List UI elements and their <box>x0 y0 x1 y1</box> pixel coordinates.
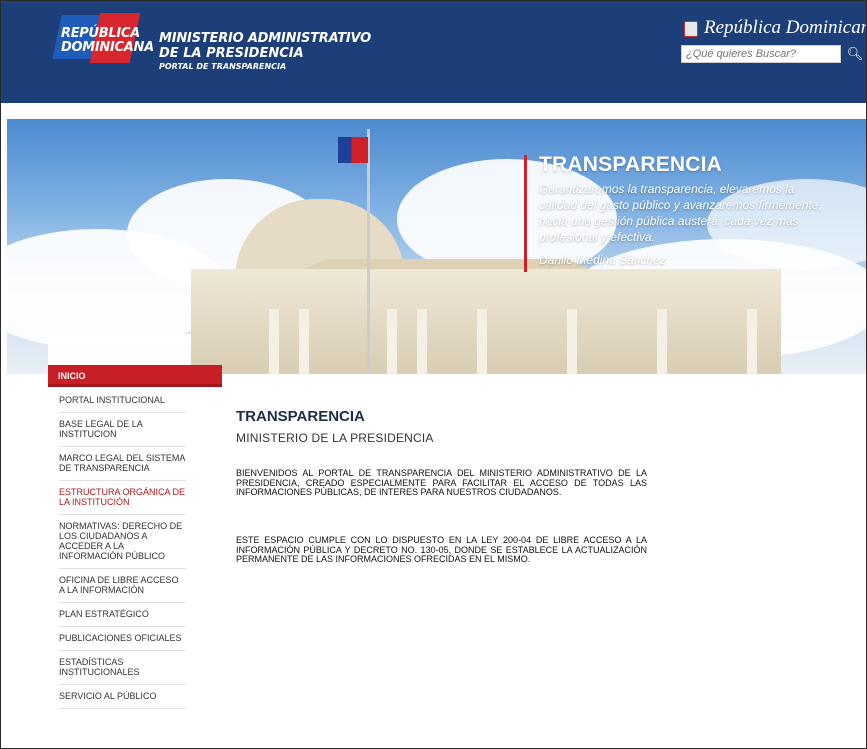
dominican-flag-icon <box>338 137 368 163</box>
ministry-line2: DE LA PRESIDENCIA <box>159 46 304 61</box>
palace-column <box>477 309 487 374</box>
republica-dominicana-logo[interactable]: REPÚBLICA DOMINICANA <box>52 13 154 73</box>
banner-quote: Garantizaremos la transparencia, elevare… <box>539 182 822 244</box>
search-input[interactable] <box>681 45 841 63</box>
palace-column <box>269 309 279 374</box>
sidebar-item-normativas[interactable]: NORMATIVAS: DERECHO DE LOS CIUDADANOS A … <box>59 515 186 569</box>
palace-column <box>299 309 309 374</box>
quote-accent-bar <box>524 155 527 272</box>
sidebar-item-portal-institucional[interactable]: PORTAL INSTITUCIONAL <box>59 389 186 413</box>
republica-dominicana-title: República Dominicana <box>684 17 867 39</box>
search-button[interactable]: 🔍︎ <box>844 45 866 63</box>
sidebar-item-plan-estrategico[interactable]: PLAN ESTRATÉGICO <box>59 603 186 627</box>
ministry-line1: MINISTERIO ADMINISTRATIVO <box>159 31 372 46</box>
site-header: REPÚBLICA DOMINICANA MINISTERIO ADMINIST… <box>1 1 866 103</box>
palace-column <box>567 309 577 374</box>
page-subtitle: MINISTERIO DE LA PRESIDENCIA <box>236 431 434 445</box>
palace-column <box>387 309 397 374</box>
palace-column <box>657 309 667 374</box>
palace-column <box>417 309 427 374</box>
banner-title: TRANSPARENCIA <box>539 153 723 176</box>
logo-text-line1: REPÚBLICA <box>61 26 140 41</box>
ministry-name[interactable]: MINISTERIO ADMINISTRATIVO DE LA PRESIDEN… <box>159 31 371 72</box>
sidebar-item-marco-legal[interactable]: MARCO LEGAL DEL SISTEMA DE TRANSPARENCIA <box>59 447 186 481</box>
sidebar-item-servicio-publico[interactable]: SERVICIO AL PÚBLICO <box>59 685 186 709</box>
flagpole <box>367 129 370 374</box>
welcome-paragraph: BIENVENIDOS AL PORTAL DE TRANSPARENCIA D… <box>236 468 647 497</box>
nav-tab-inicio[interactable]: INICIO <box>48 365 222 387</box>
logo-text-line2: DOMINICANA <box>61 40 154 55</box>
sidebar-item-oficina-libre-acceso[interactable]: OFICINA DE LIBRE ACCESO A LA INFORMACIÓN <box>59 569 186 603</box>
banner-author: Danilo Medina Sánchez <box>539 253 666 267</box>
logo-text: REPÚBLICA DOMINICANA <box>61 27 154 55</box>
search-icon: 🔍︎ <box>846 46 864 61</box>
inicio-tab-backdrop <box>48 334 191 365</box>
page-frame: REPÚBLICA DOMINICANA MINISTERIO ADMINIST… <box>0 0 867 749</box>
ministry-line3: PORTAL DE TRANSPARENCIA <box>159 62 287 71</box>
coat-of-arms-icon <box>684 20 698 37</box>
sidebar-item-estructura-organica[interactable]: ESTRUCTURA ORGÁNICA DE LA INSTITUCIÓN <box>59 481 186 515</box>
palace-column <box>747 309 757 374</box>
republica-text: República Dominicana <box>704 17 867 38</box>
law-paragraph: ESTE ESPACIO CUMPLE CON LO DISPUESTO EN … <box>236 535 647 564</box>
sidebar-item-base-legal[interactable]: BASE LEGAL DE LA INSTITUCION <box>59 413 186 447</box>
page-title: TRANSPARENCIA <box>236 408 365 425</box>
sidebar-item-estadisticas[interactable]: ESTADÍSTICAS INSTITUCIONALES <box>59 651 186 685</box>
sidebar-item-publicaciones-oficiales[interactable]: PUBLICACIONES OFICIALES <box>59 627 186 651</box>
sidebar-nav: PORTAL INSTITUCIONAL BASE LEGAL DE LA IN… <box>59 389 186 709</box>
